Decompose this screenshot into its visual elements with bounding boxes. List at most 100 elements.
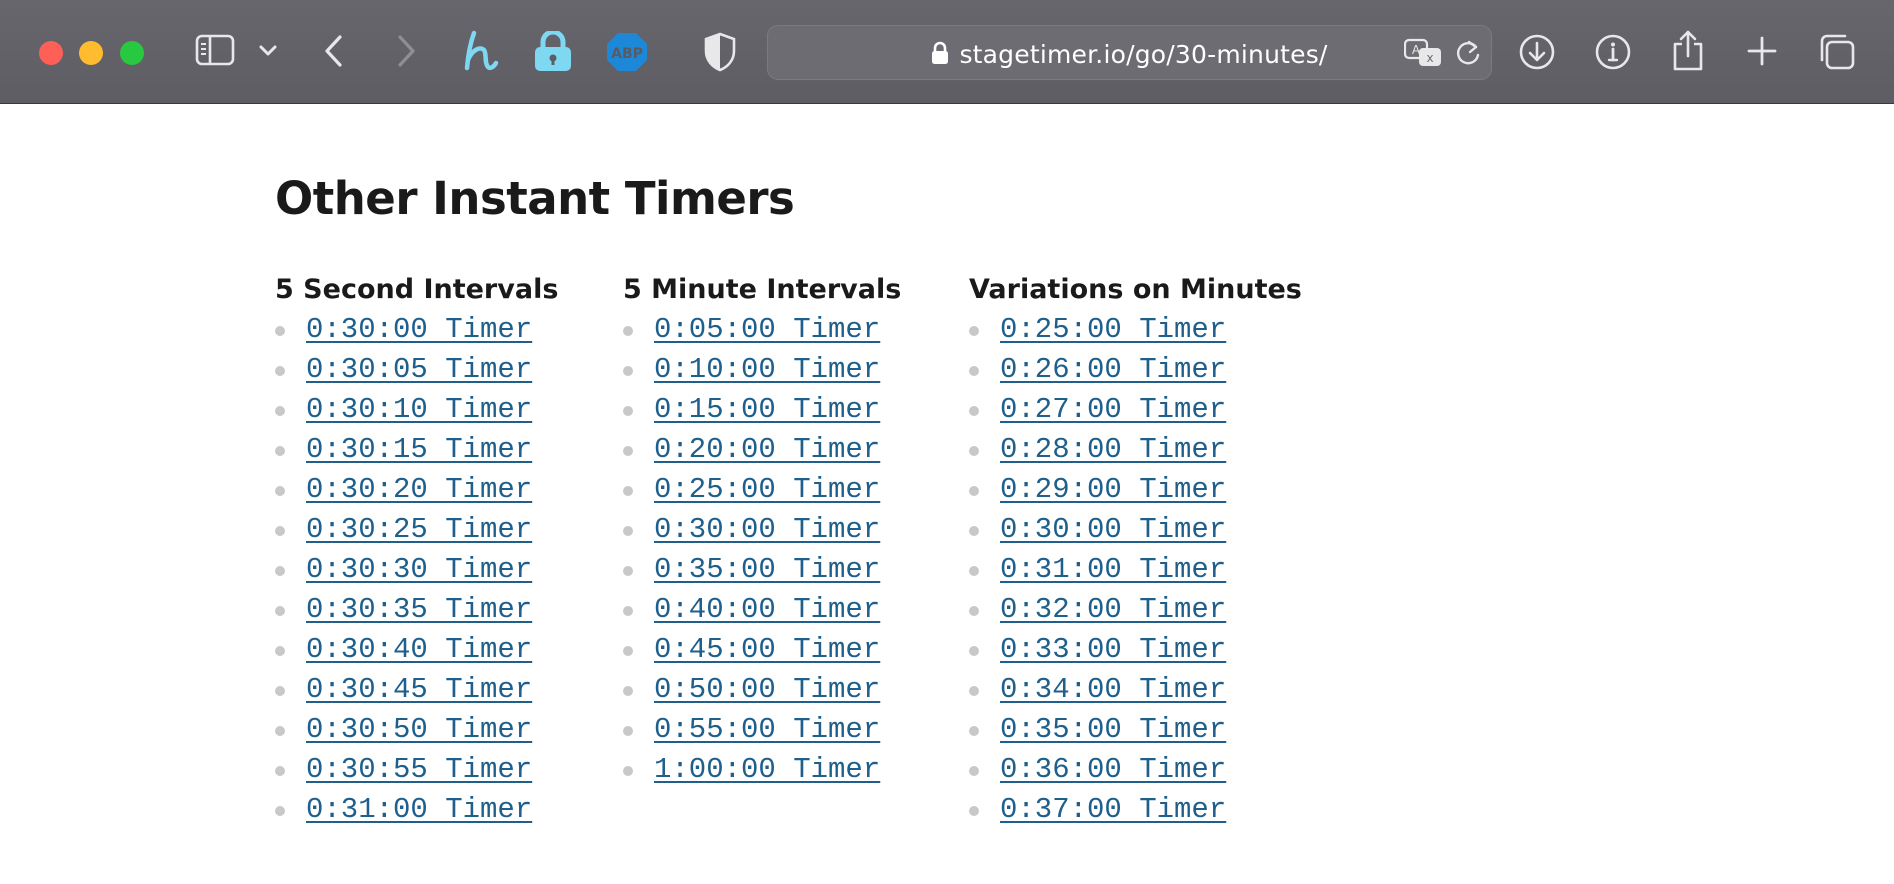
lock-icon[interactable]	[533, 31, 573, 73]
address-bar[interactable]: stagetimer.io/go/30-minutes/ Ax	[767, 25, 1492, 80]
timer-link[interactable]: 0:30:50 Timer	[306, 713, 532, 746]
bullet-icon	[969, 486, 979, 496]
bullet-icon	[275, 406, 285, 416]
tabs-icon[interactable]	[1818, 33, 1856, 71]
timer-link[interactable]: 1:00:00 Timer	[654, 753, 880, 786]
abp-label: ABP	[611, 46, 643, 62]
timer-link[interactable]: 0:27:00 Timer	[1000, 393, 1226, 426]
bullet-icon	[275, 446, 285, 456]
timer-link[interactable]: 0:30:15 Timer	[306, 433, 532, 466]
timer-link[interactable]: 0:26:00 Timer	[1000, 353, 1226, 386]
bullet-icon	[969, 686, 979, 696]
bullet-icon	[275, 526, 285, 536]
bullet-icon	[623, 446, 633, 456]
list-item: 0:25:00 Timer	[969, 310, 1302, 350]
timer-link[interactable]: 0:30:25 Timer	[306, 513, 532, 546]
timer-link[interactable]: 0:36:00 Timer	[1000, 753, 1226, 786]
list-item: 0:31:00 Timer	[969, 550, 1302, 590]
column-heading: Variations on Minutes	[969, 274, 1302, 305]
timer-list: 0:30:00 Timer 0:30:05 Timer 0:30:10 Time…	[275, 310, 558, 830]
plus-icon[interactable]	[1745, 34, 1779, 68]
timer-link[interactable]: 0:15:00 Timer	[654, 393, 880, 426]
timer-link[interactable]: 0:30:00 Timer	[654, 513, 880, 546]
bullet-icon	[969, 766, 979, 776]
timer-link[interactable]: 0:30:35 Timer	[306, 593, 532, 626]
timer-link[interactable]: 0:30:05 Timer	[306, 353, 532, 386]
abp-icon[interactable]: ABP	[606, 32, 648, 72]
bullet-icon	[623, 606, 633, 616]
honey-h-icon[interactable]	[462, 30, 500, 72]
bullet-icon	[969, 726, 979, 736]
minimize-window-button[interactable]	[79, 41, 103, 65]
timer-link[interactable]: 0:34:00 Timer	[1000, 673, 1226, 706]
column-heading: 5 Minute Intervals	[623, 274, 902, 305]
timer-link[interactable]: 0:40:00 Timer	[654, 593, 880, 626]
timer-link[interactable]: 0:50:00 Timer	[654, 673, 880, 706]
list-item: 0:28:00 Timer	[969, 430, 1302, 470]
timer-link[interactable]: 0:10:00 Timer	[654, 353, 880, 386]
list-item: 0:30:40 Timer	[275, 630, 558, 670]
timer-link[interactable]: 0:20:00 Timer	[654, 433, 880, 466]
list-item: 0:30:35 Timer	[275, 590, 558, 630]
list-item: 0:55:00 Timer	[623, 710, 901, 750]
chevron-down-icon[interactable]	[258, 44, 278, 58]
chevron-right-icon[interactable]	[395, 33, 417, 69]
list-item: 0:36:00 Timer	[969, 750, 1302, 790]
list-item: 0:33:00 Timer	[969, 630, 1302, 670]
timer-link[interactable]: 0:25:00 Timer	[1000, 313, 1226, 346]
timer-link[interactable]: 0:30:00 Timer	[306, 313, 532, 346]
timer-link[interactable]: 0:31:00 Timer	[306, 793, 532, 826]
timer-link[interactable]: 0:31:00 Timer	[1000, 553, 1226, 586]
list-item: 0:30:55 Timer	[275, 750, 558, 790]
list-item: 0:30:00 Timer	[969, 510, 1302, 550]
close-window-button[interactable]	[39, 41, 63, 65]
sidebar-icon[interactable]	[195, 34, 235, 66]
list-item: 0:15:00 Timer	[623, 390, 901, 430]
timer-link[interactable]: 0:30:55 Timer	[306, 753, 532, 786]
timer-link[interactable]: 0:30:30 Timer	[306, 553, 532, 586]
bullet-icon	[275, 326, 285, 336]
list-item: 0:30:20 Timer	[275, 470, 558, 510]
share-icon[interactable]	[1670, 28, 1706, 72]
timer-link[interactable]: 0:30:45 Timer	[306, 673, 532, 706]
timer-link[interactable]: 0:29:00 Timer	[1000, 473, 1226, 506]
reload-icon[interactable]	[1454, 38, 1482, 68]
column-5-second-intervals: 5 Second Intervals 0:30:00 Timer 0:30:05…	[275, 270, 558, 830]
zoom-window-button[interactable]	[120, 41, 144, 65]
list-item: 0:05:00 Timer	[623, 310, 901, 350]
bullet-icon	[623, 686, 633, 696]
timer-link[interactable]: 0:37:00 Timer	[1000, 793, 1226, 826]
info-icon[interactable]	[1594, 33, 1632, 71]
timer-link[interactable]: 0:05:00 Timer	[654, 313, 880, 346]
list-item: 0:30:25 Timer	[275, 510, 558, 550]
bullet-icon	[623, 566, 633, 576]
bullet-icon	[969, 566, 979, 576]
timer-link[interactable]: 0:45:00 Timer	[654, 633, 880, 666]
timer-link[interactable]: 0:25:00 Timer	[654, 473, 880, 506]
translate-icon[interactable]: Ax	[1404, 38, 1442, 68]
list-item: 0:30:00 Timer	[275, 310, 558, 350]
list-item: 0:30:00 Timer	[623, 510, 901, 550]
timer-link[interactable]: 0:30:20 Timer	[306, 473, 532, 506]
list-item: 0:34:00 Timer	[969, 670, 1302, 710]
timer-link[interactable]: 0:30:10 Timer	[306, 393, 532, 426]
timer-link[interactable]: 0:55:00 Timer	[654, 713, 880, 746]
download-icon[interactable]	[1518, 33, 1556, 71]
timer-link[interactable]: 0:35:00 Timer	[1000, 713, 1226, 746]
timer-link[interactable]: 0:35:00 Timer	[654, 553, 880, 586]
chevron-left-icon[interactable]	[323, 33, 345, 69]
bullet-icon	[623, 766, 633, 776]
shield-icon[interactable]	[703, 32, 737, 72]
list-item: 0:20:00 Timer	[623, 430, 901, 470]
list-item: 0:10:00 Timer	[623, 350, 901, 390]
timer-link[interactable]: 0:30:00 Timer	[1000, 513, 1226, 546]
timer-link[interactable]: 0:28:00 Timer	[1000, 433, 1226, 466]
list-item: 0:40:00 Timer	[623, 590, 901, 630]
page-title: Other Instant Timers	[275, 172, 795, 225]
timer-link[interactable]: 0:32:00 Timer	[1000, 593, 1226, 626]
bullet-icon	[275, 806, 285, 816]
timer-link[interactable]: 0:30:40 Timer	[306, 633, 532, 666]
list-item: 0:30:45 Timer	[275, 670, 558, 710]
svg-text:x: x	[1426, 51, 1433, 65]
timer-link[interactable]: 0:33:00 Timer	[1000, 633, 1226, 666]
